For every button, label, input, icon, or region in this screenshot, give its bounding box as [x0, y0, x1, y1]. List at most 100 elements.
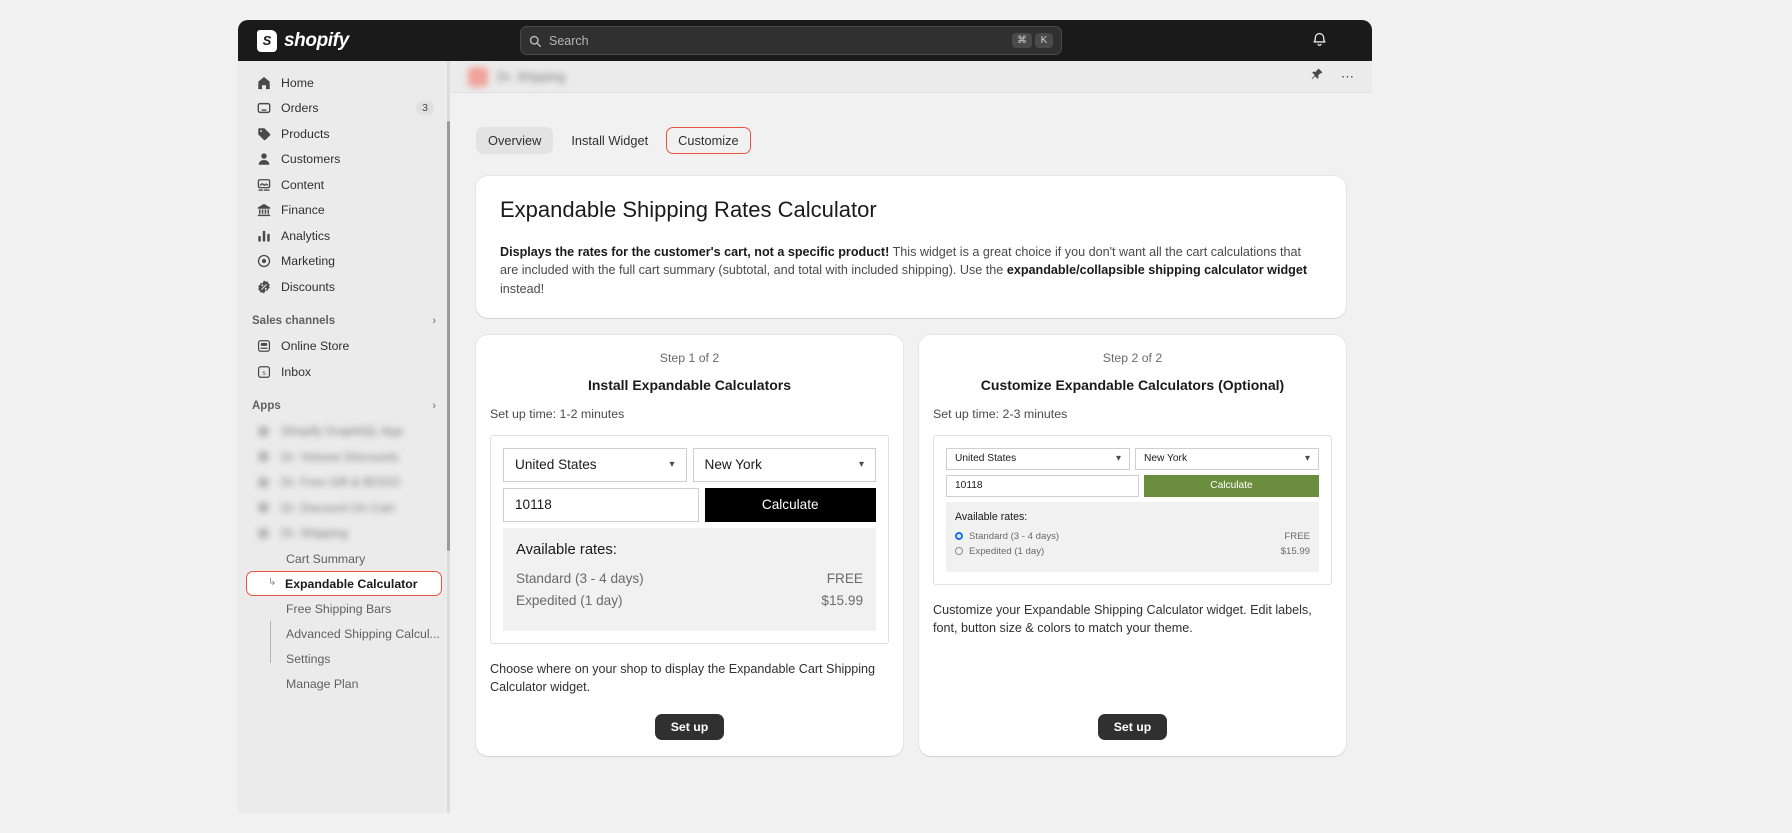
app-icon — [256, 500, 271, 515]
rate-row: Expedited (1 day) $15.99 — [516, 593, 863, 608]
shortcut-k-key: K — [1035, 33, 1053, 48]
app-icon — [256, 475, 271, 490]
intro-body-2: instead! — [500, 281, 545, 296]
sidebar-item-customers[interactable]: Customers — [246, 147, 442, 173]
country-value: United States — [955, 453, 1017, 465]
sidebar-item-label: Online Store — [281, 339, 350, 354]
state-value: New York — [704, 457, 762, 473]
sidebar-item-discounts[interactable]: Discounts — [246, 274, 442, 300]
sidebar-item-online-store[interactable]: Online Store — [246, 334, 442, 360]
zip-input-large[interactable]: 10118 — [503, 487, 699, 522]
sidebar-item-label: Products — [281, 126, 330, 141]
step-one-card: Step 1 of 2 Install Expandable Calculato… — [476, 334, 903, 757]
section-label: Apps — [252, 399, 281, 412]
sidebar-item-advanced-shipping-calculator[interactable]: Advanced Shipping Calcul... — [246, 621, 442, 646]
sidebar-item-label: Dr. Shipping — [281, 526, 348, 541]
sidebar-item-cart-summary[interactable]: Cart Summary — [246, 546, 442, 571]
calculate-label: Calculate — [1210, 480, 1253, 492]
page-content: Overview Install Widget Customize Expand… — [450, 93, 1372, 757]
widget-preview-small: United States ▾ New York ▾ 10118 Calcula… — [933, 434, 1332, 585]
tab-customize[interactable]: Customize — [666, 127, 751, 154]
analytics-icon — [256, 228, 271, 243]
sidebar-item-label: Cart Summary — [286, 551, 366, 566]
rate-radio-selected[interactable] — [955, 532, 963, 541]
bell-icon[interactable] — [1312, 31, 1327, 51]
shortcut-cmd-key: ⌘ — [1012, 33, 1032, 48]
sidebar-item-app-dr-shipping[interactable]: Dr. Shipping — [246, 521, 442, 547]
ellipsis-icon[interactable]: ⋯ — [1341, 69, 1354, 85]
sidebar-item-analytics[interactable]: Analytics — [246, 223, 442, 249]
page-title: Expandable Shipping Rates Calculator — [500, 197, 877, 222]
sidebar-item-app-1[interactable]: Shopify GraphiQL App — [246, 419, 442, 445]
calculate-label: Calculate — [761, 497, 819, 513]
app-icon — [256, 449, 271, 464]
rate-name: Standard (3 - 4 days) — [516, 570, 644, 586]
chevron-right-icon[interactable]: › — [432, 400, 436, 412]
sidebar-item-app-4[interactable]: Dr. Discount On Cart — [246, 495, 442, 521]
tree-connector — [270, 621, 271, 663]
zip-input-small[interactable]: 10118 — [946, 474, 1139, 497]
rates-title: Available rates: — [955, 510, 1028, 523]
country-select-large[interactable]: United States ▾ — [503, 447, 687, 482]
sidebar-item-settings[interactable]: Settings — [246, 646, 442, 671]
rate-row[interactable]: Expedited (1 day) $15.99 — [955, 546, 1310, 557]
rate-radio[interactable] — [955, 547, 963, 556]
orders-icon — [256, 101, 271, 116]
sidebar-item-home[interactable]: Home — [246, 70, 442, 96]
calculate-button-small[interactable]: Calculate — [1144, 474, 1319, 497]
search-input[interactable]: Search ⌘ K — [520, 26, 1062, 55]
svg-text:S: S — [262, 370, 266, 377]
home-icon — [256, 75, 271, 90]
pin-icon[interactable] — [1311, 68, 1323, 85]
shopify-logo[interactable]: S shopify — [257, 29, 349, 52]
sidebar-section-apps[interactable]: Apps › — [246, 397, 442, 415]
sidebar-item-inbox[interactable]: S Inbox — [246, 359, 442, 385]
state-select-large[interactable]: New York ▾ — [692, 447, 876, 482]
tab-overview[interactable]: Overview — [476, 127, 554, 154]
step-one-setup-button[interactable]: Set up — [654, 714, 725, 741]
sidebar-item-free-shipping-bars[interactable]: Free Shipping Bars — [246, 596, 442, 621]
sidebar-item-marketing[interactable]: Marketing — [246, 249, 442, 275]
sidebar-item-label: Marketing — [281, 254, 335, 269]
tab-label: Customize — [678, 133, 739, 148]
tab-install-widget[interactable]: Install Widget — [559, 127, 660, 154]
rate-price: FREE — [826, 570, 863, 586]
sidebar-item-manage-plan[interactable]: Manage Plan — [246, 671, 442, 696]
app-icon — [256, 526, 271, 541]
sidebar-item-label: Settings — [286, 651, 331, 666]
sidebar-item-label: Dr. Volume Discounts — [281, 449, 399, 464]
sidebar-item-finance[interactable]: Finance — [246, 198, 442, 224]
intro-description: Displays the rates for the customer's ca… — [500, 243, 1322, 298]
online-store-icon — [256, 339, 271, 354]
step-two-title: Customize Expandable Calculators (Option… — [980, 376, 1285, 393]
tab-label: Overview — [488, 133, 542, 148]
sidebar-item-products[interactable]: Products — [246, 121, 442, 147]
shopify-bag-icon: S — [257, 29, 277, 52]
search-placeholder: Search — [549, 33, 589, 48]
step-two-setup-button[interactable]: Set up — [1097, 714, 1168, 741]
sidebar-item-label: Orders — [281, 101, 319, 116]
state-select-small[interactable]: New York ▾ — [1135, 447, 1319, 470]
sidebar-item-content[interactable]: Content — [246, 172, 442, 198]
step-two-card: Step 2 of 2 Customize Expandable Calcula… — [919, 334, 1346, 757]
country-select-small[interactable]: United States ▾ — [946, 447, 1130, 470]
rate-row[interactable]: Standard (3 - 4 days) FREE — [955, 531, 1310, 542]
sidebar-section-sales-channels[interactable]: Sales channels › — [246, 312, 442, 330]
rate-row: Standard (3 - 4 days) FREE — [516, 571, 863, 586]
state-value: New York — [1144, 453, 1188, 465]
calculate-button-large[interactable]: Calculate — [704, 487, 876, 522]
app-header-bar: Dr. Shipping ⋯ — [450, 61, 1372, 93]
sidebar-item-app-3[interactable]: Dr. Free Gift & BOGO — [246, 470, 442, 496]
browser-frame: S shopify Search ⌘ K Home Orders 3 Produ… — [238, 20, 1372, 813]
step-one-label: Step 1 of 2 — [659, 350, 720, 365]
sidebar-item-orders[interactable]: Orders 3 — [246, 96, 442, 122]
tab-bar: Overview Install Widget Customize — [476, 127, 1346, 154]
sidebar-item-label: Discounts — [281, 279, 335, 294]
chevron-right-icon[interactable]: › — [432, 315, 436, 327]
steps-row: Step 1 of 2 Install Expandable Calculato… — [476, 334, 1346, 757]
chevron-down-icon: ▾ — [669, 459, 675, 471]
step-two-note: Customize your Expandable Shipping Calcu… — [933, 602, 1312, 635]
sidebar-item-app-2[interactable]: Dr. Volume Discounts — [246, 444, 442, 470]
top-bar: S shopify Search ⌘ K — [238, 20, 1372, 61]
available-rates-panel-large: Available rates: Standard (3 - 4 days) F… — [503, 527, 876, 631]
